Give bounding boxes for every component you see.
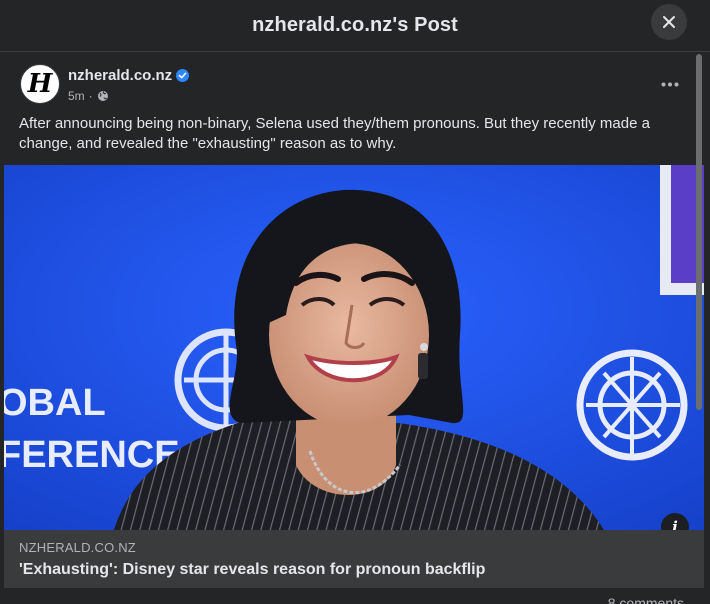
post-meta: 5m · <box>68 89 109 103</box>
page-name-link[interactable]: nzherald.co.nz <box>68 67 190 84</box>
scrollbar-thumb[interactable] <box>696 54 702 410</box>
comments-count-link[interactable]: 8 comments <box>608 595 684 604</box>
post-timestamp[interactable]: 5m <box>68 89 85 103</box>
post-text: After announcing being non-binary, Selen… <box>19 115 650 152</box>
scrollbar[interactable] <box>694 52 704 530</box>
more-options-button[interactable] <box>652 66 688 102</box>
modal-header: nzherald.co.nz's Post <box>0 0 710 52</box>
link-preview-card[interactable]: NZHERALD.CO.NZ 'Exhausting': Disney star… <box>4 530 704 588</box>
verified-badge-icon <box>176 69 190 82</box>
avatar[interactable]: H <box>20 64 60 104</box>
post-modal: nzherald.co.nz's Post H nzherald.co.nz 5… <box>0 0 710 604</box>
post-image[interactable]: OBAL FERENCE <box>4 165 704 530</box>
close-button[interactable] <box>651 4 687 40</box>
meta-separator: · <box>88 89 93 103</box>
link-title: 'Exhausting': Disney star reveals reason… <box>19 561 486 578</box>
modal-title: nzherald.co.nz's Post <box>252 14 458 36</box>
photo-illustration: OBAL FERENCE <box>4 165 704 530</box>
backdrop-text-1: OBAL <box>4 382 106 424</box>
avatar-logo-letter: H <box>27 69 53 99</box>
close-icon <box>663 16 675 28</box>
backdrop-logo-right <box>576 349 688 461</box>
more-dots-icon <box>661 82 679 86</box>
post-header: H nzherald.co.nz 5m · <box>4 52 694 112</box>
post-scroll-area[interactable]: H nzherald.co.nz 5m · After announcing b… <box>4 52 706 604</box>
page-name: nzherald.co.nz <box>68 67 173 84</box>
globe-icon[interactable] <box>97 90 109 102</box>
link-domain: NZHERALD.CO.NZ <box>19 540 136 555</box>
